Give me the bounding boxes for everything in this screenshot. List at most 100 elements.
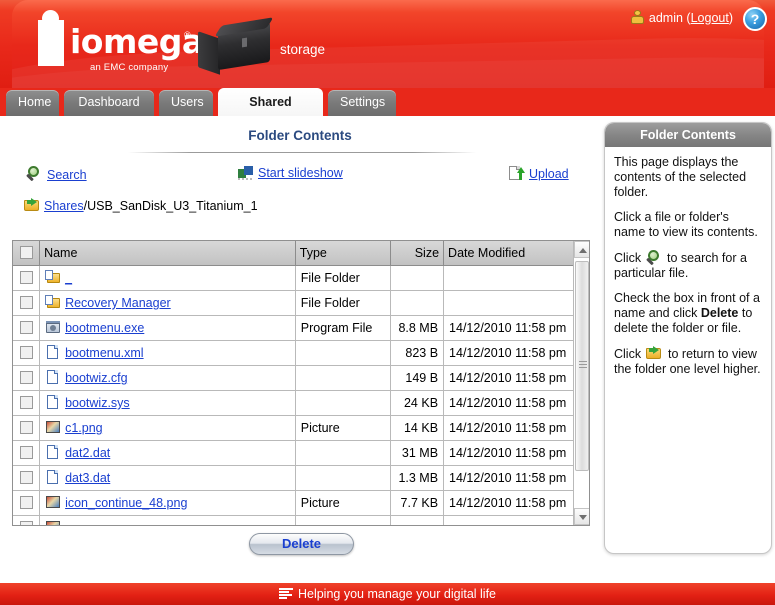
column-header-size[interactable]: Size bbox=[390, 241, 445, 266]
file-name-link[interactable]: dat2.dat bbox=[65, 446, 110, 460]
slideshow-icon-base bbox=[238, 178, 253, 180]
select-all-checkbox[interactable] bbox=[19, 245, 33, 259]
row-checkbox-cell[interactable] bbox=[13, 290, 41, 316]
slideshow-action[interactable]: Start slideshow bbox=[238, 166, 343, 181]
help-p4-bold: Delete bbox=[700, 306, 739, 320]
row-checkbox-cell[interactable] bbox=[13, 490, 41, 516]
row-name-cell[interactable]: dat3.dat bbox=[39, 465, 296, 491]
file-name-link[interactable]: icon_continue_48.png bbox=[65, 496, 187, 510]
nas-device-icon bbox=[198, 17, 274, 75]
table-row[interactable]: c1.png Picture 14 KB 14/12/2010 11:58 pm bbox=[13, 415, 575, 441]
row-date-cell bbox=[443, 265, 575, 291]
row-checkbox-cell[interactable] bbox=[13, 365, 41, 391]
file-name-link[interactable]: bootmenu.exe bbox=[65, 321, 144, 335]
file-icon bbox=[45, 345, 62, 360]
row-name-cell[interactable]: _ bbox=[39, 265, 296, 291]
row-checkbox[interactable] bbox=[19, 320, 33, 334]
search-link[interactable]: Search bbox=[47, 168, 87, 182]
row-date-cell: 14/12/2010 11:58 pm bbox=[443, 415, 575, 441]
scroll-down-button[interactable] bbox=[574, 508, 589, 525]
row-checkbox[interactable] bbox=[19, 295, 33, 309]
row-checkbox-cell[interactable] bbox=[13, 465, 41, 491]
tab-home[interactable]: Home bbox=[6, 90, 59, 116]
table-row[interactable]: dat2.dat 31 MB 14/12/2010 11:58 pm bbox=[13, 440, 575, 466]
tab-settings[interactable]: Settings bbox=[328, 90, 396, 116]
row-checkbox-cell[interactable] bbox=[13, 440, 41, 466]
help-paragraph-4: Check the box in front of a name and cli… bbox=[614, 291, 762, 336]
row-date-cell bbox=[443, 515, 575, 525]
row-name-cell[interactable]: bootwiz.sys bbox=[39, 390, 296, 416]
column-header-date[interactable]: Date Modified bbox=[443, 241, 575, 266]
row-name-cell[interactable]: dat2.dat bbox=[39, 440, 296, 466]
scrollbar-thumb[interactable] bbox=[575, 261, 589, 471]
file-list-scrollbar[interactable] bbox=[573, 241, 589, 525]
picture-file-icon bbox=[45, 495, 62, 510]
table-row[interactable]: icon_continue_48.png Picture 7.7 KB 14/1… bbox=[13, 490, 575, 516]
row-name-cell[interactable]: Recovery Manager bbox=[39, 290, 296, 316]
row-checkbox[interactable] bbox=[19, 420, 33, 434]
help-icon[interactable]: ? bbox=[743, 7, 767, 31]
row-name-cell[interactable]: bootwiz.cfg bbox=[39, 365, 296, 391]
upload-action[interactable]: Upload bbox=[509, 166, 569, 182]
row-checkbox-cell[interactable] bbox=[13, 415, 41, 441]
row-checkbox-cell[interactable] bbox=[13, 515, 41, 525]
table-row[interactable]: bootmenu.exe Program File 8.8 MB 14/12/2… bbox=[13, 315, 575, 341]
file-name-link[interactable]: bootmenu.xml bbox=[65, 346, 144, 360]
file-name-link[interactable]: Recovery Manager bbox=[65, 296, 171, 310]
row-date-cell: 14/12/2010 11:58 pm bbox=[443, 315, 575, 341]
row-name-cell[interactable]: bootmenu.xml bbox=[39, 340, 296, 366]
help-panel: Folder Contents This page displays the c… bbox=[604, 122, 772, 554]
row-checkbox[interactable] bbox=[19, 370, 33, 384]
search-action[interactable]: Search bbox=[26, 166, 87, 183]
row-checkbox-cell[interactable] bbox=[13, 265, 41, 291]
table-row[interactable]: _ File Folder bbox=[13, 265, 575, 291]
table-row[interactable]: bootwiz.cfg 149 B 14/12/2010 11:58 pm bbox=[13, 365, 575, 391]
row-checkbox[interactable] bbox=[19, 270, 33, 284]
logout-link[interactable]: Logout bbox=[691, 11, 729, 25]
logo-i-dot bbox=[42, 10, 59, 27]
upload-link[interactable]: Upload bbox=[529, 167, 569, 181]
tab-users[interactable]: Users bbox=[159, 90, 213, 116]
row-checkbox-cell[interactable] bbox=[13, 340, 41, 366]
parent-folder-icon[interactable] bbox=[24, 198, 42, 213]
row-type-cell bbox=[295, 390, 391, 416]
row-size-cell: 1.3 MB bbox=[390, 465, 445, 491]
row-checkbox-cell[interactable] bbox=[13, 315, 41, 341]
file-list-container: Name Type Size Date Modified _ File Fold… bbox=[12, 240, 590, 526]
row-checkbox[interactable] bbox=[19, 345, 33, 359]
table-row[interactable]: dat3.dat 1.3 MB 14/12/2010 11:58 pm bbox=[13, 465, 575, 491]
table-row[interactable]: bootwiz.sys 24 KB 14/12/2010 11:58 pm bbox=[13, 390, 575, 416]
scroll-up-button[interactable] bbox=[574, 241, 589, 258]
tab-dashboard[interactable]: Dashboard bbox=[64, 90, 154, 116]
file-name-link[interactable]: bootwiz.sys bbox=[65, 396, 130, 410]
row-checkbox[interactable] bbox=[19, 520, 33, 525]
row-checkbox[interactable] bbox=[19, 495, 33, 509]
file-name-link[interactable]: c1.png bbox=[65, 421, 103, 435]
table-row[interactable] bbox=[13, 515, 575, 525]
upload-icon bbox=[509, 166, 525, 182]
column-header-select-all[interactable] bbox=[13, 241, 41, 266]
table-row[interactable]: Recovery Manager File Folder bbox=[13, 290, 575, 316]
tab-shared-storage[interactable]: Shared Storage bbox=[218, 88, 323, 137]
table-row[interactable]: bootmenu.xml 823 B 14/12/2010 11:58 pm bbox=[13, 340, 575, 366]
row-name-cell[interactable]: bootmenu.exe bbox=[39, 315, 296, 341]
row-name-cell[interactable]: c1.png bbox=[39, 415, 296, 441]
logo-i-mark bbox=[38, 10, 64, 66]
row-checkbox[interactable] bbox=[19, 445, 33, 459]
help-paragraph-5: Click to return to view the folder one l… bbox=[614, 346, 762, 377]
delete-button[interactable]: Delete bbox=[249, 533, 354, 555]
file-name-link[interactable]: bootwiz.cfg bbox=[65, 371, 128, 385]
column-header-name[interactable]: Name bbox=[39, 241, 296, 266]
column-header-type[interactable]: Type bbox=[295, 241, 391, 266]
user-session-area: admin (Logout) bbox=[630, 10, 733, 25]
row-name-cell[interactable] bbox=[39, 515, 296, 525]
file-name-link[interactable]: dat3.dat bbox=[65, 471, 110, 485]
row-checkbox[interactable] bbox=[19, 395, 33, 409]
row-name-cell[interactable]: icon_continue_48.png bbox=[39, 490, 296, 516]
file-name-link[interactable]: _ bbox=[65, 271, 72, 285]
parent-folder-row-icon bbox=[45, 270, 62, 285]
breadcrumb-shares-link[interactable]: Shares bbox=[44, 199, 84, 213]
row-checkbox[interactable] bbox=[19, 470, 33, 484]
row-checkbox-cell[interactable] bbox=[13, 390, 41, 416]
start-slideshow-link[interactable]: Start slideshow bbox=[258, 166, 343, 180]
